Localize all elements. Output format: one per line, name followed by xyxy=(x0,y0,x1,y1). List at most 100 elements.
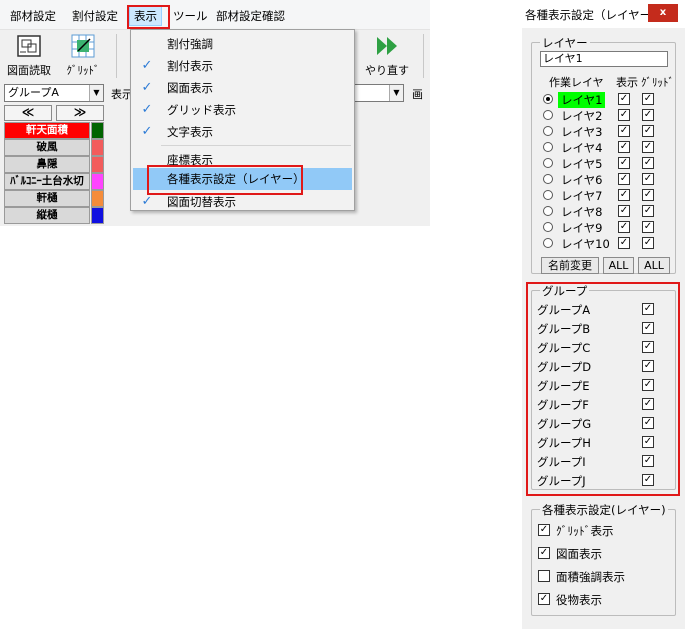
work-layer-radio[interactable] xyxy=(543,158,553,168)
group-show-checkbox[interactable]: ✓ xyxy=(642,474,654,486)
member-color-swatch[interactable] xyxy=(91,156,104,173)
group-row: グループC ✓ xyxy=(532,339,677,357)
member-name[interactable]: 軒天面積 xyxy=(4,122,90,139)
layer-show-checkbox[interactable]: ✓ xyxy=(618,189,630,201)
member-row[interactable]: 鼻隠 xyxy=(4,156,104,173)
group-show-checkbox[interactable]: ✓ xyxy=(642,360,654,372)
redo-button[interactable]: やり直す xyxy=(360,32,414,80)
close-button[interactable]: x xyxy=(648,4,678,22)
group-select[interactable]: グループA ▼ xyxy=(4,84,104,102)
view-menu-item[interactable]: ✓ 割付表示 xyxy=(133,55,352,77)
group-show-checkbox[interactable]: ✓ xyxy=(642,341,654,353)
member-row[interactable]: 縦樋 xyxy=(4,207,104,224)
group-show-checkbox[interactable]: ✓ xyxy=(642,417,654,429)
group-show-checkbox[interactable]: ✓ xyxy=(642,303,654,315)
display-setting-label: 面積強調表示 xyxy=(556,570,625,584)
display-setting-row: ✓ 役物表示 xyxy=(532,591,677,609)
all-grid-button[interactable]: ALL xyxy=(638,257,670,274)
display-setting-checkbox[interactable] xyxy=(538,570,550,582)
all-show-button[interactable]: ALL xyxy=(603,257,634,274)
layer-show-checkbox[interactable]: ✓ xyxy=(618,237,630,249)
checkmark-icon: ✓ xyxy=(141,124,153,139)
member-name[interactable]: ﾊﾞﾙｺﾆｰ土台水切 xyxy=(4,173,90,190)
drawing-read-button[interactable]: 図面読取 xyxy=(2,32,56,80)
member-name[interactable]: 軒樋 xyxy=(4,190,90,207)
member-row[interactable]: ﾊﾞﾙｺﾆｰ土台水切 xyxy=(4,173,104,190)
menu-view[interactable]: 表示 xyxy=(129,6,162,26)
layer-grid-checkbox[interactable]: ✓ xyxy=(642,221,654,233)
member-color-swatch[interactable] xyxy=(91,139,104,156)
view-menu-item[interactable]: 割付強調 xyxy=(133,33,352,55)
layer-grid-checkbox[interactable]: ✓ xyxy=(642,189,654,201)
layer-grid-checkbox[interactable]: ✓ xyxy=(642,93,654,105)
layer-grid-checkbox[interactable]: ✓ xyxy=(642,109,654,121)
member-row[interactable]: 破風 xyxy=(4,139,104,156)
layer-name-input[interactable]: レイヤ1 xyxy=(540,51,668,67)
layer-row: レイヤ2 ✓ ✓ xyxy=(532,108,677,124)
display-select[interactable]: ▼ xyxy=(354,84,404,102)
group-show-checkbox[interactable]: ✓ xyxy=(642,379,654,391)
member-row[interactable]: 軒樋 xyxy=(4,190,104,207)
menu-tools[interactable]: ツール xyxy=(169,6,212,26)
view-menu-item[interactable]: 各種表示設定（レイヤー） xyxy=(133,168,352,190)
layer-row: レイヤ10 ✓ ✓ xyxy=(532,236,677,252)
layer-show-checkbox[interactable]: ✓ xyxy=(618,173,630,185)
group-show-checkbox[interactable]: ✓ xyxy=(642,455,654,467)
menu-layout-settings[interactable]: 割付設定 xyxy=(68,6,122,26)
member-color-swatch[interactable] xyxy=(91,207,104,224)
display-setting-checkbox[interactable]: ✓ xyxy=(538,524,550,536)
work-layer-radio[interactable] xyxy=(543,190,553,200)
next-page-button[interactable]: ≫ xyxy=(56,105,104,121)
layer-grid-checkbox[interactable]: ✓ xyxy=(642,237,654,249)
work-layer-radio[interactable] xyxy=(543,174,553,184)
group-show-checkbox[interactable]: ✓ xyxy=(642,322,654,334)
member-color-swatch[interactable] xyxy=(91,122,104,139)
layer-label: レイヤ9 xyxy=(561,221,603,235)
view-menu-item[interactable]: ✓ グリッド表示 xyxy=(133,99,352,121)
member-name[interactable]: 鼻隠 xyxy=(4,156,90,173)
drawing-read-label: 図面読取 xyxy=(7,64,51,77)
member-row[interactable]: 軒天面積 xyxy=(4,122,104,139)
grid-button[interactable]: ｸﾞﾘｯﾄﾞ xyxy=(56,32,110,80)
work-layer-radio[interactable] xyxy=(543,142,553,152)
view-menu-item[interactable]: ✓ 図面切替表示 xyxy=(133,191,352,213)
layer-show-checkbox[interactable]: ✓ xyxy=(618,125,630,137)
member-name[interactable]: 破風 xyxy=(4,139,90,156)
member-name[interactable]: 縦樋 xyxy=(4,207,90,224)
member-color-swatch[interactable] xyxy=(91,190,104,207)
layer-show-checkbox[interactable]: ✓ xyxy=(618,141,630,153)
dialog-title-bar: 各種表示設定（レイヤー） x xyxy=(522,0,685,28)
work-layer-radio[interactable] xyxy=(543,94,553,104)
layer-label: レイヤ2 xyxy=(561,109,603,123)
work-layer-radio[interactable] xyxy=(543,110,553,120)
display-setting-checkbox[interactable]: ✓ xyxy=(538,593,550,605)
group-show-checkbox[interactable]: ✓ xyxy=(642,436,654,448)
work-layer-radio[interactable] xyxy=(543,222,553,232)
group-label: グループE xyxy=(537,379,590,393)
work-layer-radio[interactable] xyxy=(543,126,553,136)
layer-show-checkbox[interactable]: ✓ xyxy=(618,93,630,105)
layer-grid-checkbox[interactable]: ✓ xyxy=(642,141,654,153)
view-menu-item[interactable]: ✓ 図面表示 xyxy=(133,77,352,99)
layer-show-checkbox[interactable]: ✓ xyxy=(618,205,630,217)
layer-show-checkbox[interactable]: ✓ xyxy=(618,109,630,121)
group-show-checkbox[interactable]: ✓ xyxy=(642,398,654,410)
menu-member-settings-check[interactable]: 部材設定確認 xyxy=(212,6,289,26)
layer-show-checkbox[interactable]: ✓ xyxy=(618,221,630,233)
layer-grid-checkbox[interactable]: ✓ xyxy=(642,157,654,169)
layer-show-checkbox[interactable]: ✓ xyxy=(618,157,630,169)
view-menu-item[interactable]: ✓ 文字表示 xyxy=(133,121,352,143)
layer-settings-dialog: 各種表示設定（レイヤー） x レイヤー レイヤ1 作業レイヤ 表示 ｸﾞﾘｯﾄﾞ… xyxy=(522,0,685,629)
rename-button[interactable]: 名前変更 xyxy=(541,257,599,274)
menu-member-settings[interactable]: 部材設定 xyxy=(6,6,60,26)
work-layer-radio[interactable] xyxy=(543,206,553,216)
layer-grid-checkbox[interactable]: ✓ xyxy=(642,205,654,217)
layer-label: レイヤ5 xyxy=(561,157,603,171)
member-color-swatch[interactable] xyxy=(91,173,104,190)
work-layer-radio[interactable] xyxy=(543,238,553,248)
layer-grid-checkbox[interactable]: ✓ xyxy=(642,173,654,185)
layer-grid-checkbox[interactable]: ✓ xyxy=(642,125,654,137)
display-setting-checkbox[interactable]: ✓ xyxy=(538,547,550,559)
group-row: グループI ✓ xyxy=(532,453,677,471)
prev-page-button[interactable]: ≪ xyxy=(4,105,52,121)
